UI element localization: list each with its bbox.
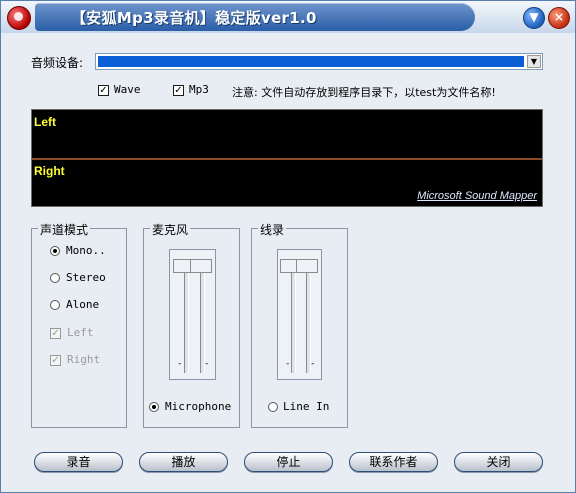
mono-label: Mono.. (66, 244, 106, 257)
window-title: 【安狐Mp3录音机】稳定版ver1.0 (71, 9, 317, 27)
wave-label: Wave (114, 83, 141, 96)
minimize-button[interactable]: ▼ (523, 7, 545, 29)
contact-author-button[interactable]: 联系作者 (349, 452, 438, 472)
left-channel-label: Left (34, 115, 56, 129)
record-button[interactable]: 录音 (34, 452, 123, 472)
level-meter: Left Right Microsoft Sound Mapper (31, 109, 543, 207)
channel-mode-title: 声道模式 (38, 221, 91, 238)
stop-button[interactable]: 停止 (244, 452, 333, 472)
audio-device-select[interactable]: ▼ (95, 53, 543, 70)
play-button[interactable]: 播放 (139, 452, 228, 472)
microphone-title: 麦克风 (150, 221, 191, 238)
main-window: 【安狐Mp3录音机】稳定版ver1.0 ▼ × 音频设备: ▼ ✓ Wave ✓… (0, 0, 576, 493)
line-right-track[interactable] (306, 261, 311, 373)
line-left-track[interactable] (291, 261, 296, 373)
app-icon[interactable] (7, 6, 31, 30)
line-in-label: Line In (283, 400, 330, 413)
close-button[interactable]: 关闭 (454, 452, 543, 472)
mp3-label: Mp3 (189, 83, 209, 96)
alone-radio[interactable] (50, 300, 60, 310)
mic-right-track[interactable] (200, 261, 205, 373)
audio-device-label: 音频设备: (31, 56, 84, 70)
notice-text: 注意: 文件自动存放到程序目录下，以test为文件名称! (232, 86, 496, 99)
mic-left-track[interactable] (184, 261, 189, 373)
close-window-button[interactable]: × (548, 7, 570, 29)
sound-mapper-link[interactable]: Microsoft Sound Mapper (417, 190, 537, 202)
wave-checkbox[interactable]: ✓ (98, 85, 109, 96)
mic-right-min-mark: - (204, 359, 210, 369)
title-bar[interactable]: 【安狐Mp3录音机】稳定版ver1.0 ▼ × (1, 1, 575, 33)
line-in-title: 线录 (258, 221, 287, 238)
stereo-label: Stereo (66, 271, 106, 284)
right-channel-check-label: Right (67, 353, 101, 366)
stereo-radio[interactable] (50, 273, 60, 283)
line-right-slider-thumb[interactable] (296, 259, 318, 273)
mic-left-min-mark: - (177, 359, 183, 369)
line-left-min-mark: - (285, 359, 291, 369)
chevron-down-icon[interactable]: ▼ (527, 55, 541, 68)
right-channel-label: Right (34, 164, 65, 178)
mono-radio[interactable] (50, 246, 60, 256)
mic-right-slider-thumb[interactable] (190, 259, 212, 273)
mp3-checkbox[interactable]: ✓ (173, 85, 184, 96)
right-channel-checkbox[interactable]: ✓ (50, 355, 61, 366)
left-channel-checkbox[interactable]: ✓ (50, 328, 61, 339)
microphone-radio[interactable] (149, 402, 159, 412)
meter-divider (32, 158, 542, 160)
line-in-radio[interactable] (268, 402, 278, 412)
line-right-min-mark: - (310, 359, 316, 369)
microphone-label: Microphone (165, 400, 232, 413)
selected-device-highlight (98, 56, 524, 67)
alone-label: Alone (66, 298, 100, 311)
left-channel-check-label: Left (67, 326, 94, 339)
